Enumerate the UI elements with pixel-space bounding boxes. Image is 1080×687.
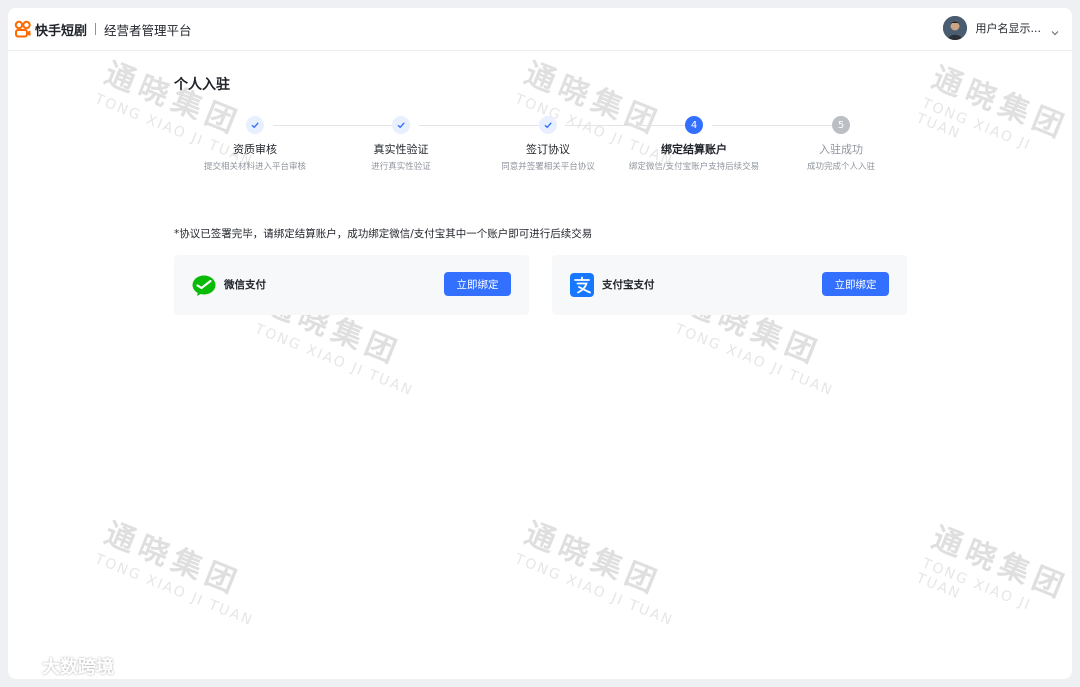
alipay-label: 支付宝支付 xyxy=(602,279,655,291)
alipay-icon xyxy=(570,273,594,297)
corner-logo-icon xyxy=(10,655,38,678)
brand-divider xyxy=(95,23,97,35)
watermark: 通晓集团 TONG XIAO JI TUAN xyxy=(914,513,1072,641)
watermark: 通晓集团 TONG XIAO JI TUAN xyxy=(513,509,693,630)
brand-name: 快手短剧 xyxy=(35,23,88,39)
step-connector xyxy=(273,125,401,126)
step-title: 绑定结算账户 xyxy=(661,143,727,156)
watermark-subtext: TONG XIAO JI TUAN xyxy=(913,95,1034,154)
watermark: 通晓集团 TONG XIAO JI TUAN xyxy=(93,509,273,630)
step-title: 入驻成功 xyxy=(819,143,863,156)
step-title: 资质审核 xyxy=(233,143,277,156)
step-number: 5 xyxy=(832,116,850,134)
corner-watermark: 大数跨境 xyxy=(10,653,114,679)
user-menu[interactable]: 用户名显示... xyxy=(942,13,1061,43)
step-description: 提交相关材料进入平台审核 xyxy=(203,162,306,172)
step-description: 成功完成个人入驻 xyxy=(806,162,875,172)
alipay-card: 支付宝支付 立即绑定 xyxy=(552,255,907,315)
watermark-subtext: TONG XIAO JI TUAN xyxy=(92,551,256,630)
avatar[interactable] xyxy=(942,16,967,40)
step-connector xyxy=(565,125,694,126)
watermark-text: 通晓集团 xyxy=(519,515,667,603)
watermark-subtext: TONG XIAO JI TUAN xyxy=(512,551,676,630)
step-connector xyxy=(712,125,843,126)
wechat-pay-card: 微信支付 立即绑定 xyxy=(174,255,529,315)
step-description: 同意并签署相关平台协议 xyxy=(501,162,595,172)
chevron-down-icon[interactable] xyxy=(1050,23,1060,36)
step-title: 签订协议 xyxy=(526,143,570,156)
kuaishou-logo-icon xyxy=(14,20,32,38)
bind-wechat-button[interactable]: 立即绑定 xyxy=(444,272,511,296)
step-description: 绑定微信/支付宝账户支持后续交易 xyxy=(628,162,760,172)
corner-watermark-text: 大数跨境 xyxy=(42,657,114,678)
watermark-text: 通晓集团 xyxy=(926,520,1072,607)
page-title: 个人入驻 xyxy=(174,77,230,93)
watermark: 通晓集团 TONG XIAO JI TUAN xyxy=(914,53,1072,181)
top-header: 快手短剧 经营者管理平台 用户名显示... xyxy=(8,8,1072,51)
watermark-subtext: TONG XIAO JI TUAN xyxy=(672,321,836,400)
brand-subtitle: 经营者管理平台 xyxy=(104,22,192,38)
check-icon xyxy=(539,116,557,134)
bind-alipay-button[interactable]: 立即绑定 xyxy=(822,272,889,296)
app-window: 快手短剧 经营者管理平台 用户名显示... 通晓集团 TONG XIAO JI … xyxy=(8,8,1072,679)
watermark-text: 通晓集团 xyxy=(926,60,1072,147)
check-icon xyxy=(246,116,264,134)
watermark-subtext: TONG XIAO JI TUAN xyxy=(252,321,416,400)
bind-notice: *协议已签署完毕，请绑定结算账户，成功绑定微信/支付宝其中一个账户即可进行后续交… xyxy=(174,228,593,240)
brand[interactable]: 快手短剧 经营者管理平台 xyxy=(14,17,192,41)
watermark-subtext: TONG XIAO JI TUAN xyxy=(913,555,1034,614)
step-title: 真实性验证 xyxy=(373,143,429,156)
watermark-text: 通晓集团 xyxy=(99,515,247,603)
step-description: 进行真实性验证 xyxy=(371,162,431,172)
check-icon xyxy=(392,116,410,134)
step-connector xyxy=(419,125,547,126)
wechat-pay-icon xyxy=(192,273,216,297)
step-number: 4 xyxy=(685,116,703,134)
progress-steps: 资质审核 提交相关材料进入平台审核 真实性验证 进行真实性验证 签订协议 同意并… xyxy=(174,116,906,176)
wechat-pay-label: 微信支付 xyxy=(224,279,266,291)
user-name[interactable]: 用户名显示... xyxy=(976,20,1042,36)
